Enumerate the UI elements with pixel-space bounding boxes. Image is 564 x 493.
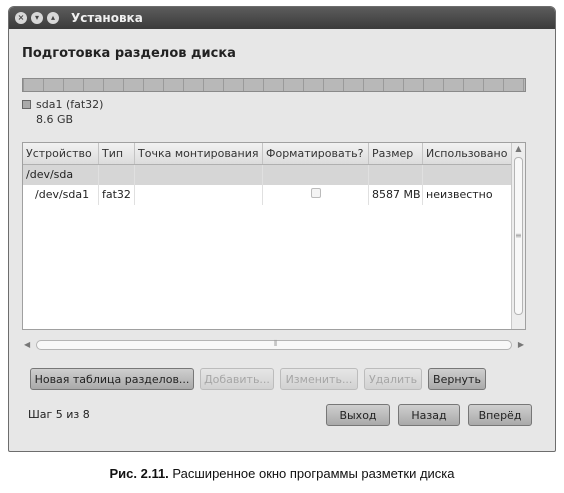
page-title: Подготовка разделов диска: [22, 46, 236, 61]
disk-usage-bar: [22, 78, 526, 92]
grip-icon: ≡: [515, 231, 522, 240]
legend-swatch: [22, 100, 31, 109]
step-indicator: Шаг 5 из 8: [28, 408, 90, 421]
forward-button[interactable]: Вперёд: [468, 404, 532, 426]
column-format[interactable]: Форматировать?: [263, 143, 369, 164]
scroll-left-icon[interactable]: ◀: [24, 338, 30, 352]
scroll-up-icon[interactable]: ▲: [512, 143, 525, 155]
caption-label: Рис. 2.11.: [109, 466, 169, 481]
legend-partition-name: sda1 (fat32): [36, 98, 104, 111]
back-button[interactable]: Назад: [398, 404, 460, 426]
horizontal-scroll-thumb[interactable]: ⦀: [36, 339, 512, 350]
scroll-right-icon[interactable]: ▶: [518, 338, 524, 352]
legend-partition-size: 8.6 GB: [36, 113, 74, 126]
disk-legend: sda1 (fat32) 8.6 GB: [22, 98, 103, 126]
cell-size: 8587 MB: [369, 185, 423, 205]
horizontal-scrollbar[interactable]: ◀ ⦀ ▶: [22, 338, 526, 352]
table-row[interactable]: /dev/sda1 fat32 8587 MB неизвестно: [23, 185, 525, 205]
add-button[interactable]: Добавить...: [200, 368, 274, 390]
cell-device: /dev/sda: [23, 165, 99, 185]
new-partition-table-button[interactable]: Новая таблица разделов...: [30, 368, 194, 390]
column-size[interactable]: Размер: [369, 143, 423, 164]
partition-table[interactable]: Устройство Тип Точка монтирования Формат…: [22, 142, 526, 330]
close-icon[interactable]: ×: [15, 12, 27, 24]
cell-used: неизвестно: [426, 188, 493, 201]
revert-button[interactable]: Вернуть: [428, 368, 486, 390]
column-type[interactable]: Тип: [99, 143, 135, 164]
column-mount-point[interactable]: Точка монтирования: [135, 143, 263, 164]
caption-text: Расширенное окно программы разметки диск…: [168, 466, 455, 481]
vertical-scrollbar[interactable]: ▲ ≡: [511, 143, 525, 329]
table-header: Устройство Тип Точка монтирования Формат…: [23, 143, 525, 165]
table-row-disk[interactable]: /dev/sda: [23, 165, 525, 185]
window-title: Установка: [71, 11, 143, 25]
cell-device: /dev/sda1: [23, 185, 99, 205]
format-checkbox[interactable]: [310, 188, 321, 198]
title-bar: × ▾ ▴ Установка: [9, 7, 555, 29]
delete-button[interactable]: Удалить: [364, 368, 422, 390]
figure-caption: Рис. 2.11. Расширенное окно программы ра…: [0, 466, 564, 481]
minimize-icon[interactable]: ▾: [31, 12, 43, 24]
change-button[interactable]: Изменить...: [280, 368, 358, 390]
cell-mount-point: [135, 185, 263, 205]
column-used[interactable]: Использовано: [423, 143, 511, 164]
cell-format: [263, 185, 369, 205]
grip-icon: ⦀: [274, 339, 278, 348]
column-device[interactable]: Устройство: [23, 143, 99, 164]
quit-button[interactable]: Выход: [326, 404, 390, 426]
cell-type: fat32: [99, 185, 135, 205]
maximize-icon[interactable]: ▴: [47, 12, 59, 24]
